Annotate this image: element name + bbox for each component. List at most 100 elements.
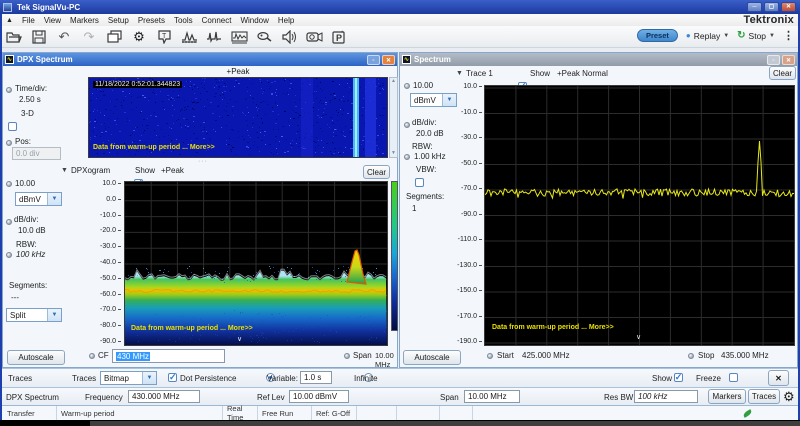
menu-tools[interactable]: Tools	[174, 16, 193, 25]
vbw-checkbox[interactable]	[415, 178, 424, 187]
start-value[interactable]: 425.000 MHz	[522, 351, 570, 360]
collapse-toolbar-icon[interactable]: ▲	[6, 17, 13, 24]
speaker-icon[interactable]	[279, 28, 299, 46]
undo-icon[interactable]: ↶	[54, 28, 74, 46]
spectrum-clear-button[interactable]: Clear	[769, 66, 796, 80]
menu-presets[interactable]: Presets	[138, 16, 165, 25]
close-button[interactable]: ✕	[781, 2, 796, 12]
menu-window[interactable]: Window	[240, 16, 268, 25]
scroll-up-icon[interactable]: ▲	[391, 78, 396, 85]
cf-input[interactable]: 430 MHz	[112, 349, 225, 363]
freeze-checkbox[interactable]	[729, 373, 738, 382]
menu-help[interactable]: Help	[278, 16, 294, 25]
variable-input[interactable]: 1.0 s	[300, 371, 332, 384]
resbw-input[interactable]: 100 kHz	[634, 390, 698, 403]
stop-value[interactable]: 435.000 MHz	[721, 351, 769, 360]
settings-gear-icon[interactable]: ⚙	[783, 390, 795, 403]
replay-dropdown-icon[interactable]: ▼	[723, 33, 729, 39]
menu-setup[interactable]: Setup	[108, 16, 129, 25]
dpxogram-unit-dropdown[interactable]: dBmV▼	[15, 192, 62, 206]
app-titlebar[interactable]: Tek SignalVu-PC ─ ▢ ✕	[0, 0, 800, 14]
status-cell-freerun: Free Run	[258, 406, 312, 420]
frequency-input[interactable]: 430.000 MHz	[128, 390, 200, 403]
more-menu-icon[interactable]: ⋮	[783, 29, 794, 42]
menu-markers[interactable]: Markers	[70, 16, 99, 25]
traces-settings-bar: Traces Traces Bitmap▼ Dot Persistence Va…	[0, 368, 800, 387]
menu-view[interactable]: View	[44, 16, 61, 25]
rbw-knob-icon[interactable]	[6, 252, 12, 258]
panel-close-button[interactable]: ✕	[768, 370, 789, 386]
dbdiv-knob-icon[interactable]	[6, 219, 12, 225]
dpx-minimize-button[interactable]: ▫	[367, 55, 380, 65]
replay-button[interactable]: ● Replay ▼	[686, 31, 729, 41]
redo-icon[interactable]: ↷	[79, 28, 99, 46]
dpxogram-warmup-note[interactable]: Data from warm-up period ... More>>	[131, 325, 253, 332]
span-label: Span	[353, 351, 372, 360]
y-tick-label: 10.0	[102, 180, 121, 187]
marker-tag-icon[interactable]: T	[154, 28, 174, 46]
dpxogram-ref-level[interactable]: 10.00	[15, 179, 35, 188]
save-icon[interactable]	[29, 28, 49, 46]
panel-show-checkbox[interactable]	[674, 373, 683, 382]
settings-gear-icon[interactable]: ⚙	[129, 28, 149, 46]
stop-dropdown-icon[interactable]: ▼	[769, 33, 775, 39]
spectrum-dbdiv-knob-icon[interactable]	[404, 122, 410, 128]
pulse-trace-icon[interactable]	[204, 28, 224, 46]
traces-button[interactable]: Traces	[748, 389, 780, 404]
dpxogram-y-axis: 10.00.0-10.0-20.0-30.0-40.0-50.0-60.0-70…	[69, 53, 121, 353]
maximize-button[interactable]: ▢	[764, 2, 779, 12]
spectrum-peaks-icon[interactable]	[179, 28, 199, 46]
span-knob-icon[interactable]	[344, 353, 350, 359]
pos-input[interactable]: 0.0 div	[12, 147, 61, 160]
dbdiv-value[interactable]: 10.0 dB	[18, 226, 46, 235]
start-knob-icon[interactable]	[487, 353, 493, 359]
timediv-value[interactable]: 2.50 s	[19, 95, 41, 104]
threed-checkbox[interactable]	[8, 122, 17, 131]
minimize-button[interactable]: ─	[747, 2, 762, 12]
dpxogram-autoscale-button[interactable]: Autoscale	[7, 350, 65, 365]
pos-knob-icon[interactable]	[6, 140, 12, 146]
dpxogram-clear-button[interactable]: Clear	[363, 165, 390, 179]
time-overview-icon[interactable]	[229, 28, 249, 46]
displays-icon[interactable]	[104, 28, 124, 46]
y-tick-label: -80.0	[100, 322, 121, 329]
trace-mode-dropdown[interactable]: Split▼	[6, 308, 62, 322]
markers-button[interactable]: Markers	[708, 389, 746, 404]
status-cell-empty-3	[440, 406, 473, 420]
open-file-icon[interactable]	[4, 28, 24, 46]
traces-type-dropdown[interactable]: Bitmap▼	[100, 371, 157, 385]
rbw-value[interactable]: 100 kHz	[16, 250, 45, 259]
spectrum-plot[interactable]: Data from warm-up period ... More>> ∨	[484, 85, 795, 346]
spectrogram-scrollbar[interactable]: ▲ ▼	[389, 77, 398, 158]
span-input[interactable]: 10.00 MHz	[464, 390, 520, 403]
reflevel-knob-icon[interactable]	[6, 181, 12, 187]
camera-icon[interactable]	[304, 28, 324, 46]
span-value[interactable]: 10.00 MHz	[375, 351, 397, 369]
dpx-spectrogram[interactable]: 11/18/2022 0:52:01.344823 Data from warm…	[88, 77, 388, 158]
spectrum-minimize-button[interactable]: ▫	[767, 55, 780, 65]
y-tick-label: -170.0	[457, 313, 482, 320]
stop-knob-icon[interactable]	[688, 353, 694, 359]
cf-knob-icon[interactable]	[89, 353, 95, 359]
spectrum-warmup-note[interactable]: Data from warm-up period ... More>>	[492, 324, 614, 331]
dot-persistence-checkbox[interactable]	[168, 373, 177, 382]
menu-connect[interactable]: Connect	[202, 16, 232, 25]
dpx-close-button[interactable]: ✕	[382, 55, 395, 65]
preset-plus-icon[interactable]: P*	[329, 28, 349, 46]
scroll-down-icon[interactable]: ▼	[391, 150, 396, 157]
dpxogram-plot[interactable]: Data from warm-up period ... More>> ∨	[124, 181, 388, 346]
audio-demod-icon[interactable]	[254, 28, 274, 46]
spectrum-close-button[interactable]: ✕	[782, 55, 795, 65]
reflev-input[interactable]: 10.00 dBmV	[289, 390, 349, 403]
dpx-window-titlebar[interactable]: ∿ DPX Spectrum ▫ ✕	[3, 53, 397, 66]
spectrum-ref-level[interactable]: 10.00	[413, 81, 433, 90]
stop-button[interactable]: ↻ Stop ▼	[737, 30, 775, 41]
status-cell-warmup[interactable]: Warm-up period	[57, 406, 223, 420]
preset-button[interactable]: Preset	[637, 29, 678, 42]
spectrum-reflevel-knob-icon[interactable]	[404, 83, 410, 89]
splitter-handle[interactable]: ···	[188, 158, 218, 165]
dpxogram-collapse-icon[interactable]: ▼	[61, 167, 68, 174]
timediv-knob-icon[interactable]	[6, 87, 12, 93]
menu-file[interactable]: File	[22, 16, 35, 25]
spectrum-rbw-knob-icon[interactable]	[404, 154, 410, 160]
